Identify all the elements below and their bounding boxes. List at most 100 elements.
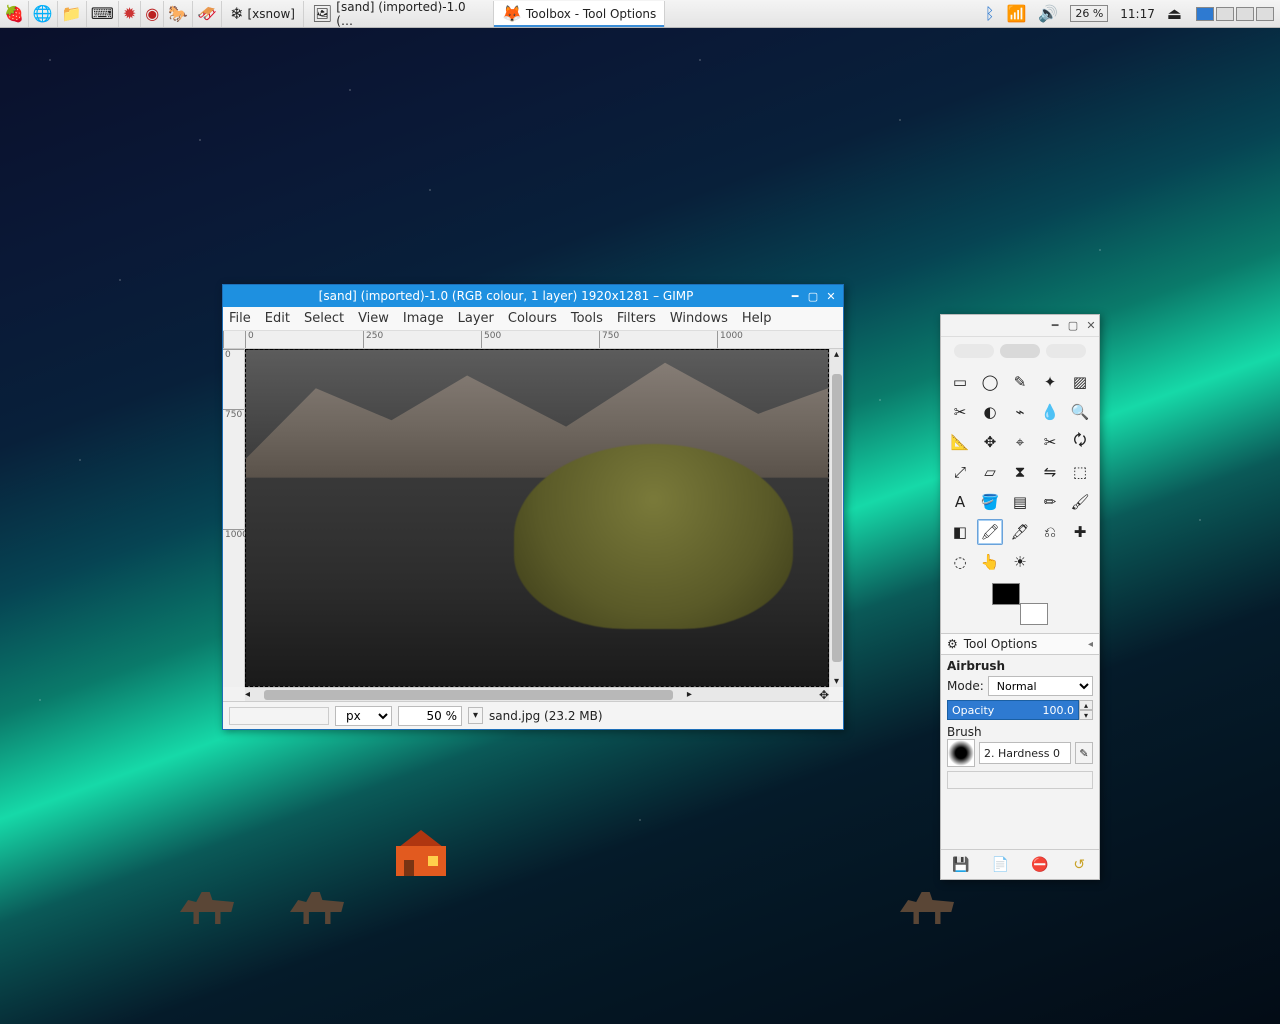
minimize-button[interactable]: ━ [787, 289, 803, 303]
zoom-input[interactable] [398, 706, 462, 726]
tool-paths[interactable]: ⌁ [1007, 399, 1033, 425]
menu-edit[interactable]: Edit [265, 311, 290, 326]
menu-image[interactable]: Image [403, 311, 444, 326]
maximize-button[interactable]: ▢ [805, 289, 821, 303]
tool-clone[interactable]: ⎌ [1037, 519, 1063, 545]
tool-ellipse-select[interactable]: ◯ [977, 369, 1003, 395]
tool-perspective[interactable]: ⧗ [1007, 459, 1033, 485]
reset-preset-icon[interactable]: ↺ [1068, 854, 1090, 876]
brush-preview[interactable] [947, 739, 975, 767]
app-icon-1[interactable]: ✹ [119, 1, 141, 27]
taskbar-app-label: Toolbox - Tool Options [526, 7, 656, 21]
tool-scale[interactable]: ⤢ [947, 459, 973, 485]
menu-help[interactable]: Help [742, 311, 772, 326]
xsnow-house [396, 830, 446, 876]
tool-foreground-select[interactable]: ◐ [977, 399, 1003, 425]
tool-scissors[interactable]: ✂ [947, 399, 973, 425]
gimp-image-window: [sand] (imported)-1.0 (RGB colour, 1 lay… [222, 284, 844, 730]
taskbar-app-gimp-image[interactable]: 🖼[sand] (imported)-1.0 (… [304, 1, 494, 27]
tool-align[interactable]: ⌖ [1007, 429, 1033, 455]
eject-icon[interactable]: ⏏ [1161, 1, 1188, 27]
save-preset-icon[interactable]: 💾 [950, 854, 972, 876]
scrollbar-vertical[interactable]: ▴▾ [829, 349, 843, 687]
tool-blur[interactable]: ◌ [947, 549, 973, 575]
menu-colours[interactable]: Colours [508, 311, 557, 326]
close-button[interactable]: ✕ [823, 289, 839, 303]
brush-size-slider[interactable] [947, 771, 1093, 789]
tool-flip[interactable]: ⇋ [1037, 459, 1063, 485]
canvas[interactable] [245, 349, 829, 687]
tool-measure[interactable]: 📐 [947, 429, 973, 455]
tool-airbrush[interactable]: 🖍 [977, 519, 1003, 545]
tool-cage[interactable]: ⬚ [1067, 459, 1093, 485]
opacity-up[interactable]: ▴ [1079, 700, 1093, 710]
menu-file[interactable]: File [229, 311, 251, 326]
delete-preset-icon[interactable]: ⛔ [1029, 854, 1051, 876]
toolbox-titlebar[interactable]: ━ ▢ ✕ [941, 315, 1099, 337]
tool-fuzzy-select[interactable]: ✦ [1037, 369, 1063, 395]
tool-crop[interactable]: ✂ [1037, 429, 1063, 455]
tool-ink[interactable]: 🖋 [1007, 519, 1033, 545]
menu-view[interactable]: View [358, 311, 389, 326]
zoom-dropdown-icon[interactable]: ▾ [468, 707, 483, 724]
tool-rect-select[interactable]: ▭ [947, 369, 973, 395]
detach-icon[interactable]: ◂ [1088, 639, 1093, 650]
workspace-switcher[interactable] [1188, 1, 1280, 27]
opacity-slider[interactable]: Opacity 100.0 [947, 700, 1079, 720]
terminal-icon[interactable]: ⌨ [87, 1, 119, 27]
brush-edit-icon[interactable]: ✎ [1075, 742, 1093, 764]
menu-layer[interactable]: Layer [458, 311, 494, 326]
tool-dodge[interactable]: ☀ [1007, 549, 1033, 575]
tool-paintbrush[interactable]: 🖌 [1067, 489, 1093, 515]
file-manager-icon[interactable]: 📁 [58, 1, 87, 27]
tool-options-header[interactable]: ⚙ Tool Options ◂ [941, 633, 1099, 655]
titlebar[interactable]: [sand] (imported)-1.0 (RGB colour, 1 lay… [223, 285, 843, 307]
tool-move[interactable]: ✥ [977, 429, 1003, 455]
tool-zoom[interactable]: 🔍 [1067, 399, 1093, 425]
tool-bucket-fill[interactable]: 🪣 [977, 489, 1003, 515]
restore-preset-icon[interactable]: 📄 [989, 854, 1011, 876]
menu-windows[interactable]: Windows [670, 311, 728, 326]
volume-icon[interactable]: 🔊 [1032, 1, 1064, 27]
clock[interactable]: 11:17 [1114, 1, 1161, 27]
menu-select[interactable]: Select [304, 311, 344, 326]
close-button[interactable]: ✕ [1083, 319, 1099, 333]
workspace-1[interactable] [1196, 7, 1214, 21]
opacity-down[interactable]: ▾ [1079, 710, 1093, 720]
minimize-button[interactable]: ━ [1047, 319, 1063, 333]
tool-smudge[interactable]: 👆 [977, 549, 1003, 575]
tool-rotate[interactable]: 🗘 [1067, 429, 1093, 455]
bluetooth-icon[interactable]: ᛒ [979, 1, 1001, 27]
tool-text[interactable]: A [947, 489, 973, 515]
tool-pencil[interactable]: ✏ [1037, 489, 1063, 515]
tool-color-picker[interactable]: 💧 [1037, 399, 1063, 425]
taskbar-app-gimp-toolbox[interactable]: 🦊Toolbox - Tool Options [494, 1, 665, 27]
scrollbar-horizontal[interactable]: ◂▸ ✥ [245, 687, 829, 701]
maximize-button[interactable]: ▢ [1065, 319, 1081, 333]
app-icon-3[interactable]: 🐎 [164, 1, 193, 27]
brush-select[interactable]: 2. Hardness 0 [979, 742, 1071, 764]
taskbar-app-xsnow[interactable]: ❄[xsnow] [222, 1, 304, 27]
tool-shear[interactable]: ▱ [977, 459, 1003, 485]
tool-eraser[interactable]: ◧ [947, 519, 973, 545]
mode-select[interactable]: Normal [988, 676, 1093, 696]
tool-by-color-select[interactable]: ▨ [1067, 369, 1093, 395]
bg-color-swatch[interactable] [1020, 603, 1048, 625]
fg-color-swatch[interactable] [992, 583, 1020, 605]
app-icon-4[interactable]: 🛷 [193, 1, 222, 27]
app-icon-2[interactable]: ◉ [141, 1, 164, 27]
menu-tools[interactable]: Tools [571, 311, 603, 326]
unit-select[interactable]: px [335, 706, 392, 726]
workspace-4[interactable] [1256, 7, 1274, 21]
wifi-icon[interactable]: 📶 [1000, 1, 1032, 27]
tool-gradient[interactable]: ▤ [1007, 489, 1033, 515]
workspace-2[interactable] [1216, 7, 1234, 21]
menu-filters[interactable]: Filters [617, 311, 656, 326]
fg-bg-color[interactable] [992, 583, 1048, 625]
tool-heal[interactable]: ✚ [1067, 519, 1093, 545]
tool-free-select[interactable]: ✎ [1007, 369, 1033, 395]
workspace-3[interactable] [1236, 7, 1254, 21]
web-browser-icon[interactable]: 🌐 [29, 1, 58, 27]
battery-indicator[interactable]: 26 % [1064, 1, 1114, 27]
menu-icon[interactable]: 🍓 [0, 1, 29, 27]
